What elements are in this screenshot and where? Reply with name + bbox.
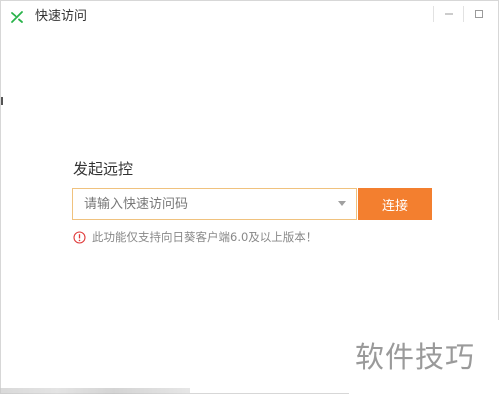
window-title: 快速访问 <box>35 9 88 24</box>
connect-button[interactable]: 连接 <box>358 188 432 220</box>
section-title: 发起远控 <box>73 160 134 178</box>
left-edge-mark <box>1 97 3 105</box>
minimize-icon <box>445 13 453 15</box>
minimize-button[interactable] <box>434 1 464 27</box>
maximize-icon <box>475 10 483 18</box>
version-hint: 此功能仅支持向日葵客户端6.0及以上版本！ <box>73 230 317 244</box>
hint-text: 此功能仅支持向日葵客户端6.0及以上版本！ <box>92 230 318 244</box>
access-code-combobox[interactable] <box>72 188 357 220</box>
warning-circle-icon <box>73 230 86 244</box>
sunlogin-logo-icon <box>11 11 23 23</box>
dropdown-arrow-icon[interactable] <box>338 201 346 206</box>
watermark-text: 软件技巧 <box>355 340 476 374</box>
access-code-input[interactable] <box>73 190 324 218</box>
taskbar-strip <box>0 388 190 394</box>
maximize-button[interactable] <box>464 1 494 27</box>
title-bar[interactable]: 快速访问 <box>1 1 498 34</box>
